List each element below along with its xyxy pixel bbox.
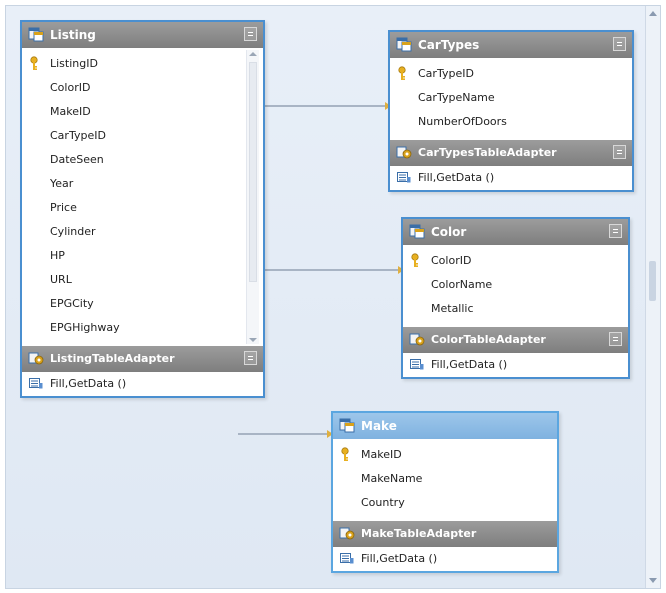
column-row[interactable]: Metallic bbox=[403, 297, 628, 321]
column-list: CarTypeID CarTypeName NumberOfDoors bbox=[390, 58, 632, 140]
column-row[interactable]: URL bbox=[22, 268, 263, 292]
column-row[interactable]: ColorID bbox=[22, 76, 263, 100]
scroll-up-icon[interactable] bbox=[249, 52, 257, 56]
column-row[interactable]: EPGCity bbox=[22, 292, 263, 316]
column-row[interactable]: Cylinder bbox=[22, 220, 263, 244]
scroll-up-icon[interactable] bbox=[649, 11, 657, 16]
query-method-icon bbox=[397, 172, 411, 183]
table-adapter-icon bbox=[409, 333, 425, 346]
dataset-designer-canvas[interactable]: Listing ListingID ColorID MakeID CarType… bbox=[5, 5, 661, 589]
query-method-row[interactable]: Fill,GetData () bbox=[390, 166, 632, 190]
table-title: CarTypes bbox=[418, 38, 480, 52]
column-list: ColorID ColorName Metallic bbox=[403, 245, 628, 327]
column-row[interactable]: ListingID bbox=[22, 52, 263, 76]
scroll-down-icon[interactable] bbox=[649, 578, 657, 583]
column-row[interactable]: Price bbox=[22, 196, 263, 220]
table-adapter-header[interactable]: CarTypesTableAdapter bbox=[390, 140, 632, 166]
column-list: MakeID MakeName Country bbox=[333, 439, 557, 521]
table-adapter-label: CarTypesTableAdapter bbox=[418, 146, 557, 159]
scroll-down-icon[interactable] bbox=[249, 338, 257, 342]
relation-listing-color[interactable] bbox=[264, 269, 399, 271]
relation-listing-make[interactable] bbox=[238, 433, 328, 435]
scroll-thumb[interactable] bbox=[649, 261, 656, 301]
table-adapter-icon bbox=[28, 352, 44, 365]
table-adapter-header[interactable]: ListingTableAdapter bbox=[22, 346, 263, 372]
table-title: Make bbox=[361, 419, 397, 433]
query-method-row[interactable]: Fill,GetData () bbox=[22, 372, 263, 396]
collapse-button[interactable] bbox=[244, 27, 257, 41]
column-row[interactable]: Country bbox=[333, 491, 557, 515]
column-row[interactable]: ColorID bbox=[403, 249, 628, 273]
column-row[interactable]: DateSeen bbox=[22, 148, 263, 172]
query-method-row[interactable]: Fill,GetData () bbox=[333, 547, 557, 571]
primary-key-icon bbox=[411, 253, 419, 267]
table-adapter-icon bbox=[396, 146, 412, 159]
collapse-button[interactable] bbox=[613, 37, 626, 51]
table-adapter-label: ColorTableAdapter bbox=[431, 333, 546, 346]
table-listing-header[interactable]: Listing bbox=[22, 22, 263, 48]
column-row[interactable]: HP bbox=[22, 244, 263, 268]
table-adapter-label: MakeTableAdapter bbox=[361, 527, 477, 540]
table-make-header[interactable]: Make bbox=[333, 413, 557, 439]
column-row[interactable]: MakeID bbox=[22, 100, 263, 124]
table-make[interactable]: Make MakeID MakeName Country MakeTableAd… bbox=[331, 411, 559, 573]
table-title: Color bbox=[431, 225, 467, 239]
column-list-scrollbar[interactable] bbox=[246, 50, 259, 344]
query-method-icon bbox=[340, 553, 354, 564]
collapse-button[interactable] bbox=[609, 224, 622, 238]
table-adapter-header[interactable]: ColorTableAdapter bbox=[403, 327, 628, 353]
primary-key-icon bbox=[398, 66, 406, 80]
primary-key-icon bbox=[341, 447, 349, 461]
column-row[interactable]: CarTypeID bbox=[22, 124, 263, 148]
dataset-table-icon bbox=[396, 37, 412, 52]
primary-key-icon bbox=[30, 56, 38, 70]
collapse-button[interactable] bbox=[613, 145, 626, 159]
query-method-row[interactable]: Fill,GetData () bbox=[403, 353, 628, 377]
dataset-table-icon bbox=[339, 418, 355, 433]
table-cartypes[interactable]: CarTypes CarTypeID CarTypeName NumberOfD… bbox=[388, 30, 634, 192]
collapse-button[interactable] bbox=[609, 332, 622, 346]
column-row[interactable]: ColorName bbox=[403, 273, 628, 297]
table-cartypes-header[interactable]: CarTypes bbox=[390, 32, 632, 58]
column-row[interactable]: MakeID bbox=[333, 443, 557, 467]
scroll-thumb[interactable] bbox=[249, 62, 257, 282]
table-adapter-header[interactable]: MakeTableAdapter bbox=[333, 521, 557, 547]
relation-listing-cartypes[interactable] bbox=[264, 105, 386, 107]
table-color[interactable]: Color ColorID ColorName Metallic ColorTa… bbox=[401, 217, 630, 379]
table-adapter-label: ListingTableAdapter bbox=[50, 352, 175, 365]
column-list: ListingID ColorID MakeID CarTypeID DateS… bbox=[22, 48, 263, 346]
column-row[interactable]: EPGHighway bbox=[22, 316, 263, 340]
table-adapter-icon bbox=[339, 527, 355, 540]
query-method-icon bbox=[29, 378, 43, 389]
dataset-table-icon bbox=[409, 224, 425, 239]
table-color-header[interactable]: Color bbox=[403, 219, 628, 245]
table-listing[interactable]: Listing ListingID ColorID MakeID CarType… bbox=[20, 20, 265, 398]
canvas-scrollbar[interactable] bbox=[645, 6, 660, 588]
collapse-button[interactable] bbox=[244, 351, 257, 365]
column-row[interactable]: CarTypeName bbox=[390, 86, 632, 110]
column-row[interactable]: MakeName bbox=[333, 467, 557, 491]
dataset-table-icon bbox=[28, 27, 44, 42]
table-title: Listing bbox=[50, 28, 96, 42]
column-row[interactable]: CarTypeID bbox=[390, 62, 632, 86]
query-method-icon bbox=[410, 359, 424, 370]
column-row[interactable]: Year bbox=[22, 172, 263, 196]
column-row[interactable]: NumberOfDoors bbox=[390, 110, 632, 134]
